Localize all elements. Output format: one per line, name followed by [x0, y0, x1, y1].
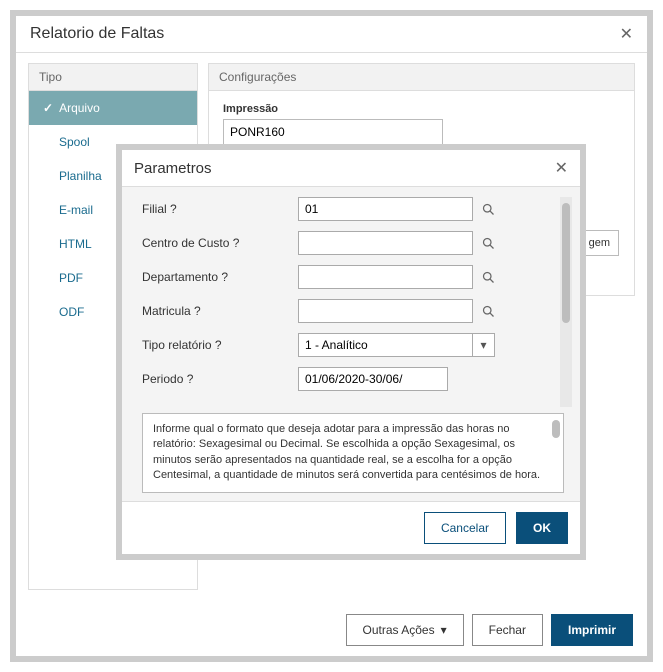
parametros-titlebar: Parametros ✕: [122, 150, 580, 187]
mat-input[interactable]: [298, 299, 473, 323]
parametros-title: Parametros: [134, 160, 212, 177]
cc-input[interactable]: [298, 231, 473, 255]
outras-acoes-button[interactable]: Outras Ações ▾: [346, 614, 464, 646]
tipo-rel-value: 1 - Analítico: [298, 333, 473, 357]
parametros-dialog: Parametros ✕ Filial ? Centro de Custo ?: [116, 144, 586, 560]
tipo-item-arquivo[interactable]: Arquivo: [29, 91, 197, 125]
depto-input[interactable]: [298, 265, 473, 289]
depto-search-icon[interactable]: [479, 268, 497, 286]
fechar-button[interactable]: Fechar: [472, 614, 543, 646]
main-dialog: Relatorio de Faltas ✕ Tipo Arquivo Spool…: [10, 10, 653, 662]
tipo-rel-select[interactable]: 1 - Analítico ▾: [298, 333, 495, 357]
filial-label: Filial ?: [142, 202, 292, 216]
close-icon[interactable]: ✕: [620, 24, 633, 44]
main-titlebar: Relatorio de Faltas ✕: [16, 16, 647, 53]
filial-input[interactable]: [298, 197, 473, 221]
filial-search-icon[interactable]: [479, 200, 497, 218]
parametros-scroll[interactable]: Filial ? Centro de Custo ?: [142, 197, 572, 407]
imprimir-button[interactable]: Imprimir: [551, 614, 633, 646]
parametros-close-icon[interactable]: ✕: [555, 158, 568, 178]
info-text: Informe qual o formato que deseja adotar…: [142, 413, 564, 493]
depto-label: Departamento ?: [142, 270, 292, 284]
tipo-rel-label: Tipo relatório ?: [142, 338, 292, 352]
periodo-input[interactable]: [298, 367, 448, 391]
tipo-header: Tipo: [28, 63, 198, 90]
impressao-input[interactable]: [223, 119, 443, 145]
mat-search-icon[interactable]: [479, 302, 497, 320]
parametros-footer: Cancelar OK: [122, 501, 580, 554]
chevron-down-icon: ▾: [441, 623, 447, 637]
main-title: Relatorio de Faltas: [30, 25, 164, 43]
impressao-label: Impressão: [223, 103, 620, 115]
chevron-down-icon[interactable]: ▾: [473, 333, 495, 357]
config-header: Configurações: [208, 63, 635, 90]
cc-label: Centro de Custo ?: [142, 236, 292, 250]
main-footer: Outras Ações ▾ Fechar Imprimir: [346, 614, 633, 646]
mat-label: Matricula ?: [142, 304, 292, 318]
periodo-label: Periodo ?: [142, 372, 292, 386]
info-scrollbar[interactable]: [552, 420, 560, 438]
ok-button[interactable]: OK: [516, 512, 568, 544]
cancel-button[interactable]: Cancelar: [424, 512, 506, 544]
cc-search-icon[interactable]: [479, 234, 497, 252]
